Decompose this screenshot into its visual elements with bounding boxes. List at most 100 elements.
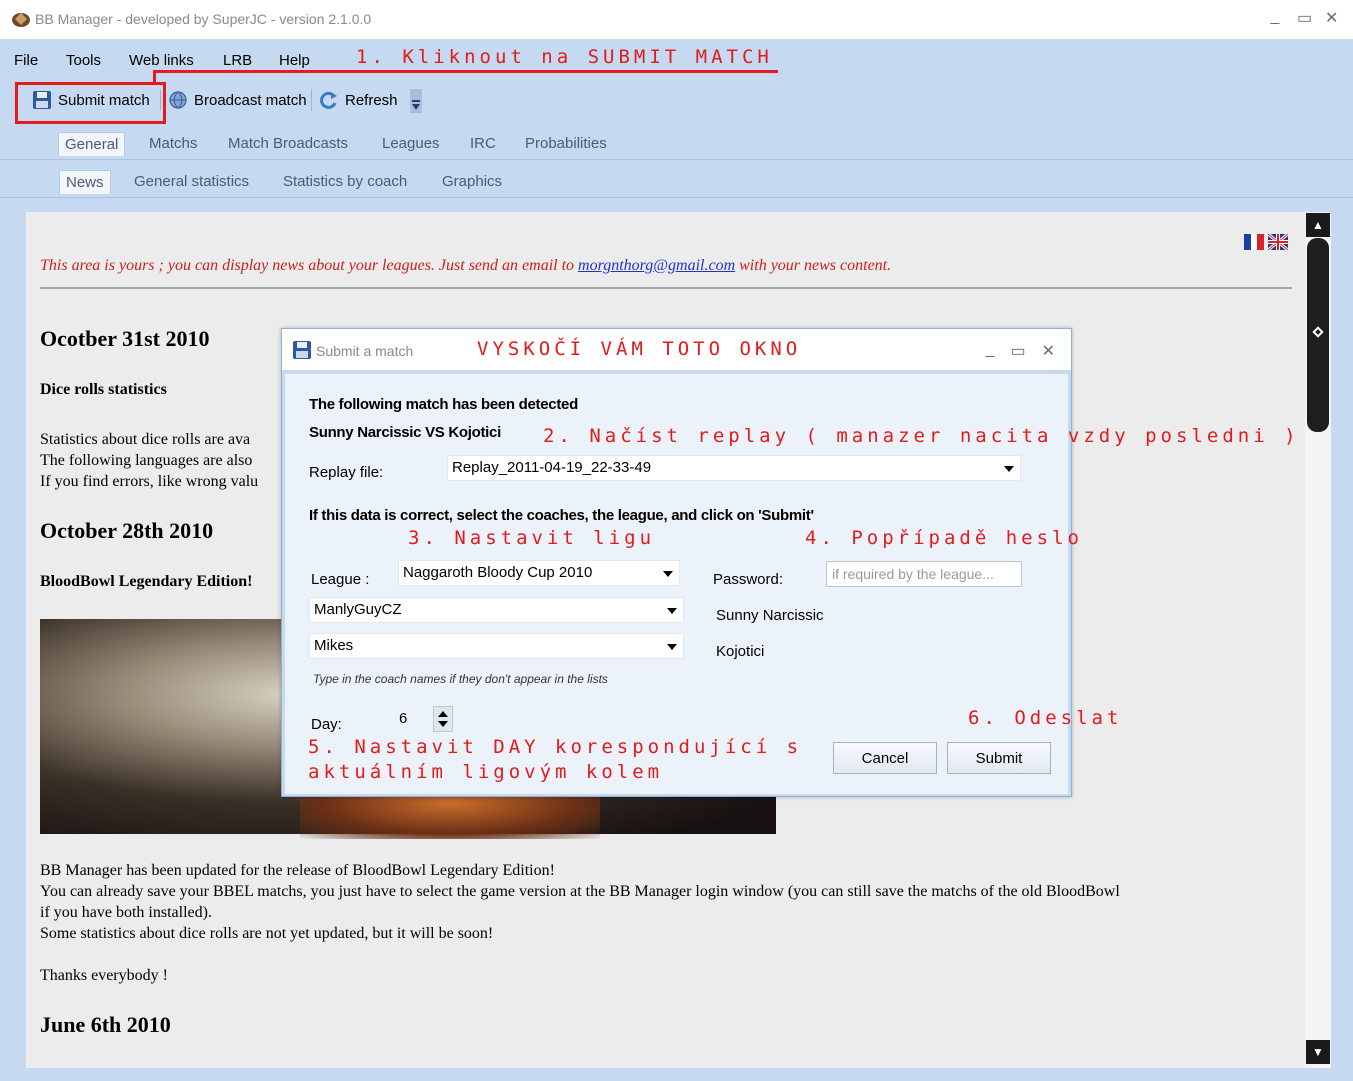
scroll-thumb[interactable] — [1307, 238, 1329, 432]
replay-file-select[interactable]: Replay_2011-04-19_22-33-49 — [447, 455, 1021, 481]
team2-label: Kojotici — [716, 643, 765, 660]
tab-match-broadcasts[interactable]: Match Broadcasts — [222, 132, 354, 155]
news-line: Statistics about dice rolls are ava — [40, 431, 251, 448]
tab-graphics[interactable]: Graphics — [436, 170, 508, 193]
uk-flag-icon[interactable] — [1268, 234, 1288, 250]
news-date: June 6th 2010 — [40, 1012, 171, 1037]
scroll-up-icon[interactable]: ▲ — [1306, 213, 1330, 237]
maximize-button[interactable]: ▭ — [1297, 8, 1312, 28]
menu-file[interactable]: File — [14, 52, 38, 69]
broadcast-globe-icon — [169, 91, 187, 109]
news-date: Ocotber 31st 2010 — [40, 326, 210, 351]
annotation-step2: 2. Načíst replay ( manazer nacita vzdy p… — [543, 425, 1300, 447]
annotation-step1: 1. Kliknout na SUBMIT MATCH — [356, 46, 773, 68]
day-label: Day: — [311, 716, 342, 733]
league-label: League : — [311, 571, 370, 588]
broadcast-match-button[interactable]: Broadcast match — [162, 86, 313, 114]
tab-news[interactable]: News — [59, 170, 111, 194]
email-link[interactable]: morgnthorg@gmail.com — [578, 257, 735, 274]
news-line: BB Manager has been updated for the rele… — [40, 862, 555, 879]
french-flag-icon[interactable] — [1244, 234, 1264, 250]
coach-hint: Type in the coach names if they don't ap… — [313, 672, 608, 686]
annotation-step5-line2: aktuálním ligovým kolem — [308, 761, 664, 783]
refresh-label: Refresh — [345, 91, 398, 109]
league-value: Naggaroth Bloody Cup 2010 — [403, 564, 593, 581]
intro-text: This area is yours ; you can display new… — [40, 257, 579, 274]
submit-button[interactable]: Submit — [947, 742, 1051, 774]
tab-irc[interactable]: IRC — [464, 132, 502, 155]
dialog-title: Submit a match — [316, 343, 414, 359]
coach2-select[interactable]: Mikes — [309, 633, 684, 659]
tab-probabilities[interactable]: Probabilities — [519, 132, 613, 155]
scroll-down-icon[interactable]: ▼ — [1306, 1040, 1330, 1064]
instruction-label: If this data is correct, select the coac… — [309, 507, 814, 524]
toolbar-overflow-icon[interactable] — [410, 89, 422, 113]
tab-general[interactable]: General — [58, 132, 126, 156]
vertical-scrollbar[interactable]: ▲ ▼ — [1305, 212, 1331, 1068]
news-date: October 28th 2010 — [40, 518, 214, 543]
menu-lrb[interactable]: LRB — [223, 52, 252, 69]
replay-file-label: Replay file: — [309, 464, 384, 481]
submit-match-dialog: Submit a match _ ▭ ✕ The following match… — [281, 328, 1072, 797]
refresh-button[interactable]: Refresh — [313, 86, 404, 114]
title-bar: BB Manager - developed by SuperJC - vers… — [0, 0, 1353, 40]
close-button[interactable]: ✕ — [1325, 8, 1338, 28]
tab-matchs[interactable]: Matchs — [143, 132, 203, 155]
annotation-step6: 6. Odeslat — [968, 707, 1123, 729]
sub-tab-strip: News General statistics Statistics by co… — [0, 162, 1353, 198]
window-title: BB Manager - developed by SuperJC - vers… — [35, 11, 372, 27]
dialog-close-button[interactable]: ✕ — [1042, 341, 1055, 361]
main-tab-strip: General Matchs Match Broadcasts Leagues … — [0, 124, 1353, 160]
chevron-down-icon — [667, 644, 677, 650]
menu-web-links[interactable]: Web links — [129, 52, 194, 69]
tab-leagues[interactable]: Leagues — [376, 132, 446, 155]
news-line: Thanks everybody ! — [40, 967, 168, 984]
team1-label: Sunny Narcissic — [716, 607, 824, 624]
news-subtitle: Dice rolls statistics — [40, 381, 167, 398]
save-disk-icon — [293, 341, 311, 359]
news-line: The following languages are also — [40, 452, 253, 469]
password-label: Password: — [713, 571, 784, 588]
chevron-down-icon — [667, 608, 677, 614]
app-logo-icon — [12, 13, 30, 27]
tab-general-statistics[interactable]: General statistics — [128, 170, 255, 193]
menu-help[interactable]: Help — [279, 52, 310, 69]
cancel-button[interactable]: Cancel — [833, 742, 937, 774]
day-value: 6 — [399, 710, 408, 727]
coach1-value: ManlyGuyCZ — [314, 601, 402, 618]
match-label: Sunny Narcissic VS Kojotici — [309, 424, 501, 441]
divider — [40, 287, 1292, 289]
news-line: You can already save your BBEL matchs, y… — [40, 883, 1120, 900]
news-intro: This area is yours ; you can display new… — [40, 257, 891, 275]
minimize-button[interactable]: _ — [1269, 8, 1281, 28]
news-line: if you have both installed). — [40, 904, 212, 921]
annotation-highlight-box — [15, 82, 166, 124]
replay-file-value: Replay_2011-04-19_22-33-49 — [452, 459, 652, 476]
annotation-underline — [153, 70, 778, 73]
tab-statistics-by-coach[interactable]: Statistics by coach — [277, 170, 413, 193]
dialog-minimize-button[interactable]: _ — [986, 341, 995, 361]
intro-text-end: with your news content. — [735, 257, 892, 274]
refresh-icon — [320, 91, 337, 109]
chevron-down-icon — [1004, 466, 1014, 472]
news-line: Some statistics about dice rolls are not… — [40, 925, 494, 942]
annotation-step4: 4. Popřípadě heslo — [805, 527, 1083, 549]
news-line: If you find errors, like wrong valu — [40, 473, 259, 490]
toolbar-separator — [311, 89, 312, 111]
menu-tools[interactable]: Tools — [66, 52, 101, 69]
league-select[interactable]: Naggaroth Bloody Cup 2010 — [398, 560, 680, 586]
day-stepper-buttons[interactable] — [433, 706, 453, 732]
day-stepper[interactable]: 6 — [399, 706, 469, 732]
news-subtitle: BloodBowl Legendary Edition! — [40, 573, 253, 590]
coach2-value: Mikes — [314, 637, 354, 654]
chevron-down-icon — [663, 571, 673, 577]
annotation-step5-line1: 5. Nastavit DAY korespondující s — [308, 736, 803, 758]
dialog-maximize-button[interactable]: ▭ — [1010, 341, 1025, 361]
annotation-popup: VYSKOČÍ VÁM TOTO OKNO — [477, 338, 802, 360]
annotation-step3: 3. Nastavit ligu — [408, 527, 656, 549]
language-flags — [1244, 234, 1288, 250]
password-input[interactable]: if required by the league... — [826, 561, 1022, 587]
detected-label: The following match has been detected — [309, 396, 578, 413]
coach1-select[interactable]: ManlyGuyCZ — [309, 597, 684, 623]
broadcast-match-label: Broadcast match — [194, 91, 307, 109]
